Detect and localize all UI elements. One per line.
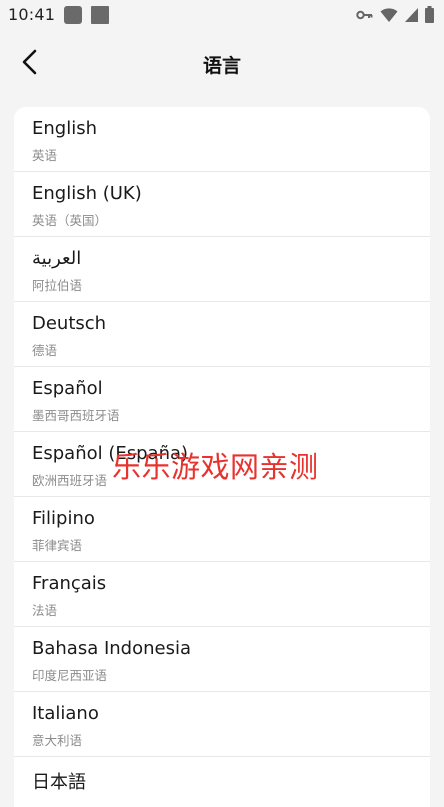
language-name: Español (España) xyxy=(32,443,189,464)
language-name: Filipino xyxy=(32,508,95,529)
language-name: Deutsch xyxy=(32,313,107,334)
language-name: Español xyxy=(32,378,103,399)
language-name: 日本語 xyxy=(32,772,86,793)
language-name: Italiano xyxy=(32,703,99,724)
language-item-english[interactable]: English 英语 xyxy=(14,107,430,172)
status-icons xyxy=(356,6,434,23)
app-notification-icon xyxy=(91,6,109,24)
app-bar: 语言 xyxy=(0,38,444,92)
language-native-name: 英语（英国） xyxy=(32,213,108,228)
language-name: العربية xyxy=(32,248,82,269)
language-item-spanish-mexico[interactable]: Español 墨西哥西班牙语 xyxy=(14,367,430,432)
language-item-italian[interactable]: Italiano 意大利语 xyxy=(14,692,430,757)
language-name: Français xyxy=(32,573,107,594)
language-native-name: 印度尼西亚语 xyxy=(32,668,108,683)
language-item-indonesian[interactable]: Bahasa Indonesia 印度尼西亚语 xyxy=(14,627,430,692)
battery-icon xyxy=(425,6,434,23)
language-native-name: 英语 xyxy=(32,148,58,163)
language-native-name: 德语 xyxy=(32,343,58,358)
cellular-signal-icon xyxy=(404,7,419,23)
page-title: 语言 xyxy=(202,55,241,77)
status-bar: 10:41 xyxy=(0,0,444,30)
language-item-arabic[interactable]: العربية 阿拉伯语 xyxy=(14,237,430,302)
wifi-icon xyxy=(380,7,398,23)
language-list: English 英语 English (UK) 英语（英国） العربية 阿… xyxy=(14,107,430,807)
language-item-filipino[interactable]: Filipino 菲律宾语 xyxy=(14,497,430,562)
language-name: English (UK) xyxy=(32,183,142,204)
language-native-name: 菲律宾语 xyxy=(32,538,83,553)
language-item-japanese[interactable]: 日本語 xyxy=(14,757,430,807)
language-native-name: 阿拉伯语 xyxy=(32,278,83,293)
language-item-spanish-spain[interactable]: Español (España) 欧洲西班牙语 xyxy=(14,432,430,497)
status-time: 10:41 xyxy=(8,5,56,24)
language-item-english-uk[interactable]: English (UK) 英语（英国） xyxy=(14,172,430,237)
language-name: English xyxy=(32,118,97,139)
language-native-name: 墨西哥西班牙语 xyxy=(32,408,120,423)
language-native-name: 法语 xyxy=(32,603,58,618)
language-native-name: 欧洲西班牙语 xyxy=(32,473,108,488)
vpn-key-icon xyxy=(356,9,374,21)
app-notification-icon xyxy=(64,6,82,24)
language-name: Bahasa Indonesia xyxy=(32,638,191,659)
language-item-german[interactable]: Deutsch 德语 xyxy=(14,302,430,367)
language-item-french[interactable]: Français 法语 xyxy=(14,562,430,627)
language-native-name: 意大利语 xyxy=(32,733,83,748)
